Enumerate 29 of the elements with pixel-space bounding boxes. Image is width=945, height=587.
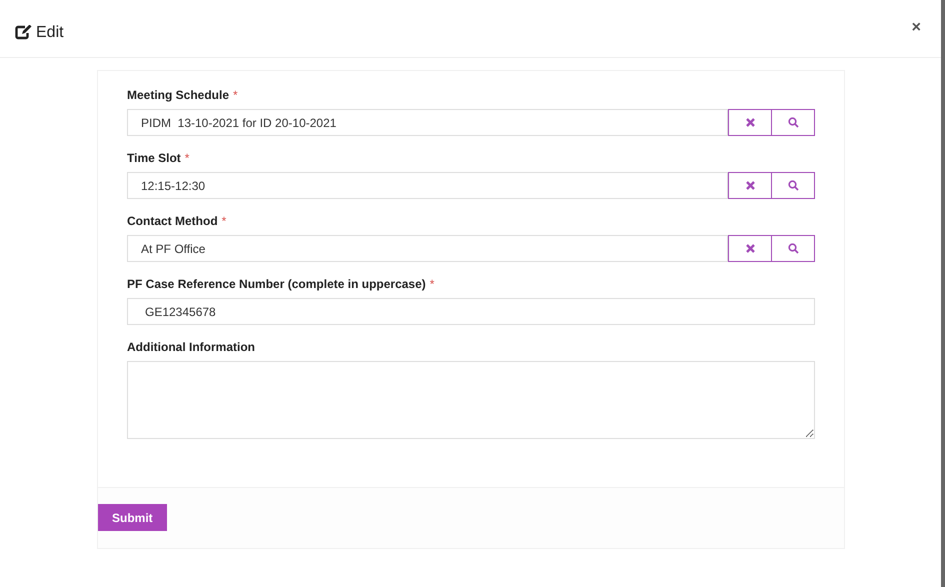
search-button[interactable] — [772, 172, 815, 199]
field-label: Meeting Schedule — [127, 88, 230, 102]
clear-button[interactable] — [728, 172, 772, 199]
close-icon — [746, 181, 754, 190]
required-mark: * — [430, 277, 434, 291]
lookup-field[interactable]: PIDM 13-10-2021 for ID 20-10-2021 — [127, 109, 728, 136]
field-label: Contact Method — [127, 214, 218, 228]
search-button[interactable] — [772, 109, 815, 136]
lookup-field[interactable]: 12:15-12:30 — [127, 172, 728, 199]
field-label: Time Slot — [127, 151, 181, 165]
field-label: PF Case Reference Number (complete in uppercase) — [127, 277, 426, 291]
submit-button[interactable]: Submit — [98, 504, 167, 531]
search-icon — [788, 243, 798, 254]
required-mark: * — [222, 214, 226, 228]
clear-button[interactable] — [728, 235, 772, 262]
close-icon — [746, 118, 754, 127]
search-icon — [788, 180, 798, 191]
close-icon — [746, 244, 754, 253]
lookup-field[interactable]: At PF Office — [127, 235, 728, 262]
field-label: Additional Information — [127, 340, 255, 354]
edit-icon — [15, 25, 32, 40]
search-button[interactable] — [772, 235, 815, 262]
required-mark: * — [233, 88, 238, 102]
clear-button[interactable] — [728, 109, 772, 136]
input-field[interactable]: GE12345678 — [127, 298, 815, 325]
close-button[interactable]: × — [912, 16, 921, 40]
dialog-title: Edit — [36, 22, 64, 42]
required-mark: * — [184, 151, 190, 165]
search-icon — [788, 117, 798, 128]
